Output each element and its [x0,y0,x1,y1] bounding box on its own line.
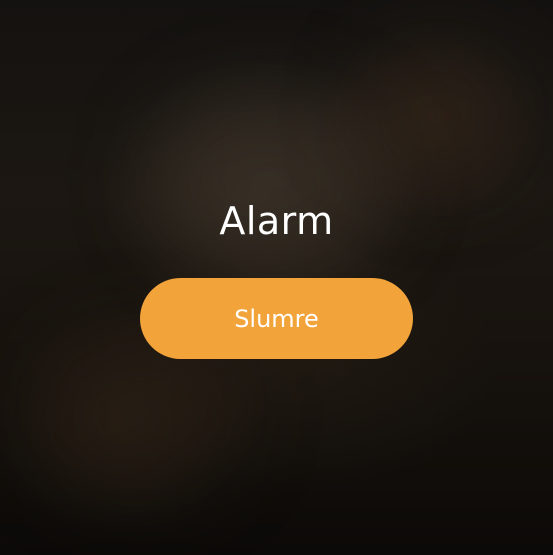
background-blur [360,40,520,190]
alarm-title: Alarm [219,199,334,243]
alarm-screen: Alarm Slumre [0,0,553,555]
snooze-button[interactable]: Slumre [140,278,413,359]
